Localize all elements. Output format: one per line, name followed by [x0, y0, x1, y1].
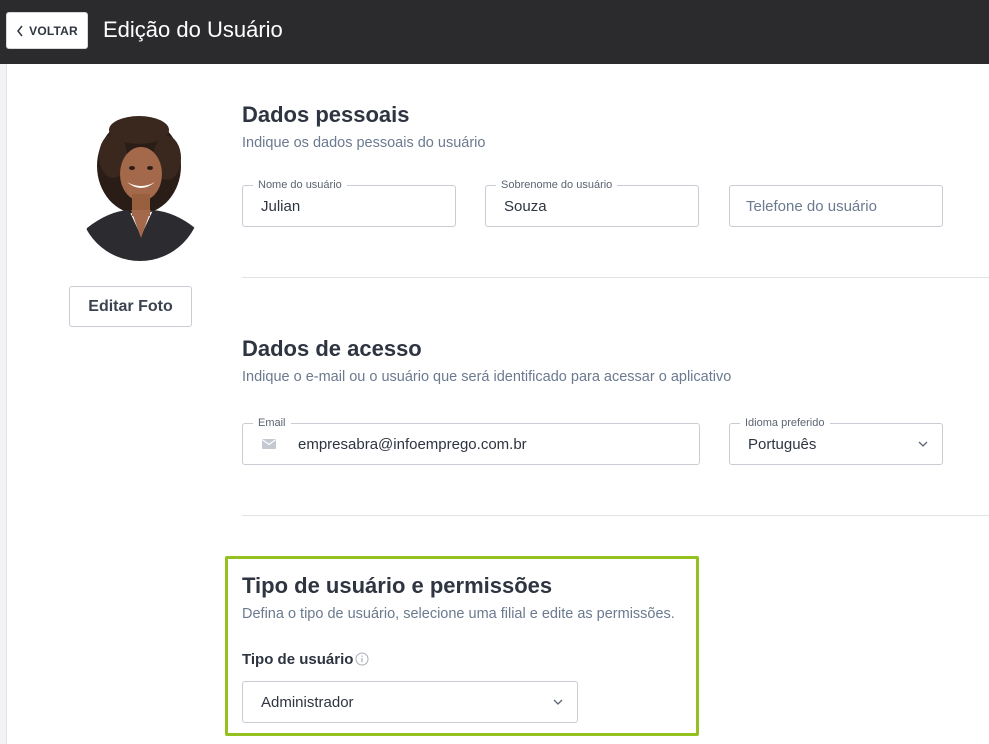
- chevron-left-icon: [17, 25, 23, 36]
- first-name-label: Nome do usuário: [253, 179, 347, 192]
- permissions-title: Tipo de usuário e permissões: [242, 573, 553, 598]
- personal-data-title: Dados pessoais: [242, 102, 410, 127]
- top-bar: VOLTAR Edição do Usuário: [0, 0, 989, 64]
- last-name-value: Souza: [504, 198, 547, 215]
- user-photo: [79, 116, 201, 261]
- back-button[interactable]: VOLTAR: [6, 12, 88, 49]
- language-label: Idioma preferido: [740, 417, 830, 430]
- info-icon[interactable]: [355, 652, 369, 666]
- user-type-label: Tipo de usuário: [242, 651, 354, 668]
- language-select[interactable]: Idioma preferido Português: [729, 417, 943, 465]
- access-data-title: Dados de acesso: [242, 336, 422, 361]
- mail-icon: [262, 439, 276, 449]
- back-button-label: VOLTAR: [29, 23, 78, 38]
- language-value: Português: [748, 436, 817, 453]
- section-divider: [242, 515, 989, 516]
- page-title: Edição do Usuário: [103, 17, 283, 42]
- last-name-field[interactable]: Sobrenome do usuário Souza: [485, 179, 699, 227]
- avatar: [79, 116, 201, 261]
- first-name-value: Julian: [261, 198, 301, 215]
- access-data-subtitle: Indique o e-mail ou o usuário que será i…: [242, 369, 732, 385]
- content-panel: Editar Foto Dados pessoais Indique os da…: [6, 64, 989, 744]
- user-type-select[interactable]: Administrador: [242, 681, 578, 723]
- email-label: Email: [253, 417, 291, 430]
- first-name-field[interactable]: Nome do usuário Julian: [242, 179, 456, 227]
- email-field[interactable]: Email empresabra@infoemprego.com.br: [242, 417, 700, 465]
- edit-photo-button[interactable]: Editar Foto: [69, 286, 192, 327]
- chevron-down-icon: [553, 699, 563, 705]
- personal-data-subtitle: Indique os dados pessoais do usuário: [242, 135, 486, 151]
- last-name-label: Sobrenome do usuário: [496, 179, 618, 192]
- phone-placeholder: Telefone do usuário: [746, 198, 877, 215]
- section-divider: [242, 277, 989, 278]
- permissions-subtitle: Defina o tipo de usuário, selecione uma …: [242, 606, 675, 622]
- phone-field[interactable]: Telefone do usuário: [729, 185, 943, 227]
- user-type-value: Administrador: [261, 694, 354, 711]
- chevron-down-icon: [918, 441, 928, 447]
- email-value: empresabra@infoemprego.com.br: [298, 436, 527, 453]
